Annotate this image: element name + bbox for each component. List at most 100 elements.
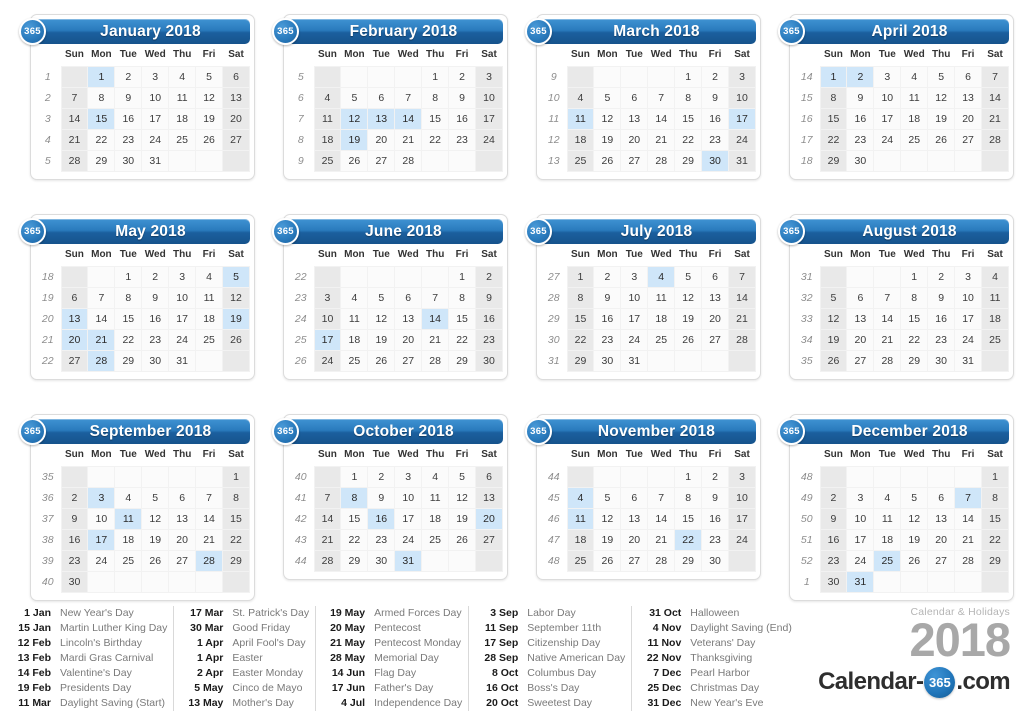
day-cell[interactable]: 30	[819, 570, 848, 593]
legend-item[interactable]: 13 May Mother's Day	[186, 696, 309, 711]
legend-item[interactable]: 11 Nov Veterans' Day	[644, 636, 792, 651]
day-cell[interactable]: 4	[566, 86, 595, 109]
day-cell[interactable]: 2	[593, 265, 622, 288]
day-cell[interactable]: 15	[222, 507, 250, 530]
day-cell[interactable]: 9	[367, 486, 396, 509]
day-cell[interactable]: 12	[448, 486, 477, 509]
day-cell[interactable]: 10	[873, 86, 902, 109]
day-cell[interactable]: 17	[313, 328, 342, 351]
day-cell[interactable]: 26	[367, 349, 396, 372]
day-cell[interactable]: 3	[168, 265, 197, 288]
day-cell[interactable]: 23	[475, 328, 503, 351]
day-cell[interactable]: 13	[60, 307, 89, 330]
day-cell[interactable]: 9	[846, 86, 875, 109]
day-cell[interactable]: 21	[195, 528, 224, 551]
day-cell[interactable]: 12	[195, 86, 224, 109]
day-cell[interactable]: 24	[87, 549, 116, 572]
day-cell[interactable]: 12	[900, 507, 929, 530]
day-cell[interactable]: 9	[927, 286, 956, 309]
day-cell[interactable]: 17	[620, 307, 649, 330]
day-cell[interactable]: 9	[60, 507, 89, 530]
day-cell[interactable]: 14	[87, 307, 116, 330]
day-cell[interactable]: 22	[900, 328, 929, 351]
month-header[interactable]: 365 October 2018	[272, 418, 503, 445]
day-cell[interactable]: 8	[87, 86, 116, 109]
day-cell[interactable]: 29	[222, 549, 250, 572]
day-cell[interactable]: 28	[394, 149, 423, 172]
day-cell[interactable]: 3	[87, 486, 116, 509]
day-cell[interactable]: 18	[900, 107, 929, 130]
day-cell[interactable]: 2	[701, 465, 730, 488]
day-cell[interactable]: 21	[87, 328, 116, 351]
month-header[interactable]: 365 June 2018	[272, 218, 503, 245]
day-cell[interactable]: 25	[981, 328, 1009, 351]
day-cell[interactable]: 6	[620, 486, 649, 509]
day-cell[interactable]: 6	[475, 465, 503, 488]
day-cell[interactable]: 28	[421, 349, 450, 372]
day-cell[interactable]: 26	[674, 328, 703, 351]
day-cell[interactable]: 7	[195, 486, 224, 509]
day-cell[interactable]: 29	[340, 549, 369, 572]
day-cell[interactable]: 7	[728, 265, 756, 288]
month-header[interactable]: 365 March 2018	[525, 18, 756, 45]
day-cell[interactable]: 19	[340, 128, 369, 151]
day-cell[interactable]: 10	[168, 286, 197, 309]
day-cell[interactable]: 7	[313, 486, 342, 509]
day-cell[interactable]: 1	[674, 465, 703, 488]
day-cell[interactable]: 30	[701, 149, 730, 172]
day-cell[interactable]: 7	[87, 286, 116, 309]
day-cell[interactable]: 3	[313, 286, 342, 309]
day-cell[interactable]: 17	[168, 307, 197, 330]
month-header[interactable]: 365 February 2018	[272, 18, 503, 45]
legend-item[interactable]: 14 Jun Flag Day	[328, 666, 462, 681]
legend-item[interactable]: 15 Jan Martin Luther King Day	[14, 621, 167, 636]
day-cell[interactable]: 5	[593, 86, 622, 109]
day-cell[interactable]: 26	[900, 549, 929, 572]
day-cell[interactable]: 20	[394, 328, 423, 351]
day-cell[interactable]: 30	[593, 349, 622, 372]
day-cell[interactable]: 11	[566, 107, 595, 130]
day-cell[interactable]: 16	[819, 528, 848, 551]
day-cell[interactable]: 12	[367, 307, 396, 330]
day-cell[interactable]: 5	[141, 486, 170, 509]
day-cell[interactable]: 27	[168, 549, 197, 572]
day-cell[interactable]: 22	[340, 528, 369, 551]
day-cell[interactable]: 2	[701, 65, 730, 88]
legend-item[interactable]: 25 Dec Christmas Day	[644, 681, 792, 696]
day-cell[interactable]: 3	[728, 65, 756, 88]
legend-item[interactable]: 16 Oct Boss's Day	[481, 681, 625, 696]
day-cell[interactable]: 6	[394, 286, 423, 309]
day-cell[interactable]: 20	[701, 307, 730, 330]
day-cell[interactable]: 11	[900, 86, 929, 109]
day-cell[interactable]: 20	[620, 528, 649, 551]
day-cell[interactable]: 19	[900, 528, 929, 551]
day-cell[interactable]: 8	[674, 486, 703, 509]
day-cell[interactable]: 17	[728, 507, 756, 530]
day-cell[interactable]: 24	[620, 328, 649, 351]
day-cell[interactable]: 28	[647, 549, 676, 572]
day-cell[interactable]: 17	[475, 107, 503, 130]
day-cell[interactable]: 27	[701, 328, 730, 351]
legend-item[interactable]: 8 Oct Columbus Day	[481, 666, 625, 681]
day-cell[interactable]: 3	[475, 65, 503, 88]
day-cell[interactable]: 2	[846, 65, 875, 88]
day-cell[interactable]: 23	[448, 128, 477, 151]
day-cell[interactable]: 10	[728, 486, 756, 509]
legend-item[interactable]: 4 Jul Independence Day	[328, 696, 462, 711]
day-cell[interactable]: 13	[620, 107, 649, 130]
day-cell[interactable]: 25	[114, 549, 143, 572]
day-cell[interactable]: 28	[728, 328, 756, 351]
day-cell[interactable]: 11	[981, 286, 1009, 309]
day-cell[interactable]: 23	[819, 549, 848, 572]
day-cell[interactable]: 17	[846, 528, 875, 551]
day-cell[interactable]: 7	[421, 286, 450, 309]
day-cell[interactable]: 7	[981, 65, 1009, 88]
day-cell[interactable]: 12	[927, 86, 956, 109]
day-cell[interactable]: 3	[846, 486, 875, 509]
day-cell[interactable]: 25	[900, 128, 929, 151]
legend-item[interactable]: 5 May Cinco de Mayo	[186, 681, 309, 696]
day-cell[interactable]: 22	[981, 528, 1009, 551]
day-cell[interactable]: 11	[168, 86, 197, 109]
day-cell[interactable]: 27	[846, 349, 875, 372]
day-cell[interactable]: 8	[674, 86, 703, 109]
